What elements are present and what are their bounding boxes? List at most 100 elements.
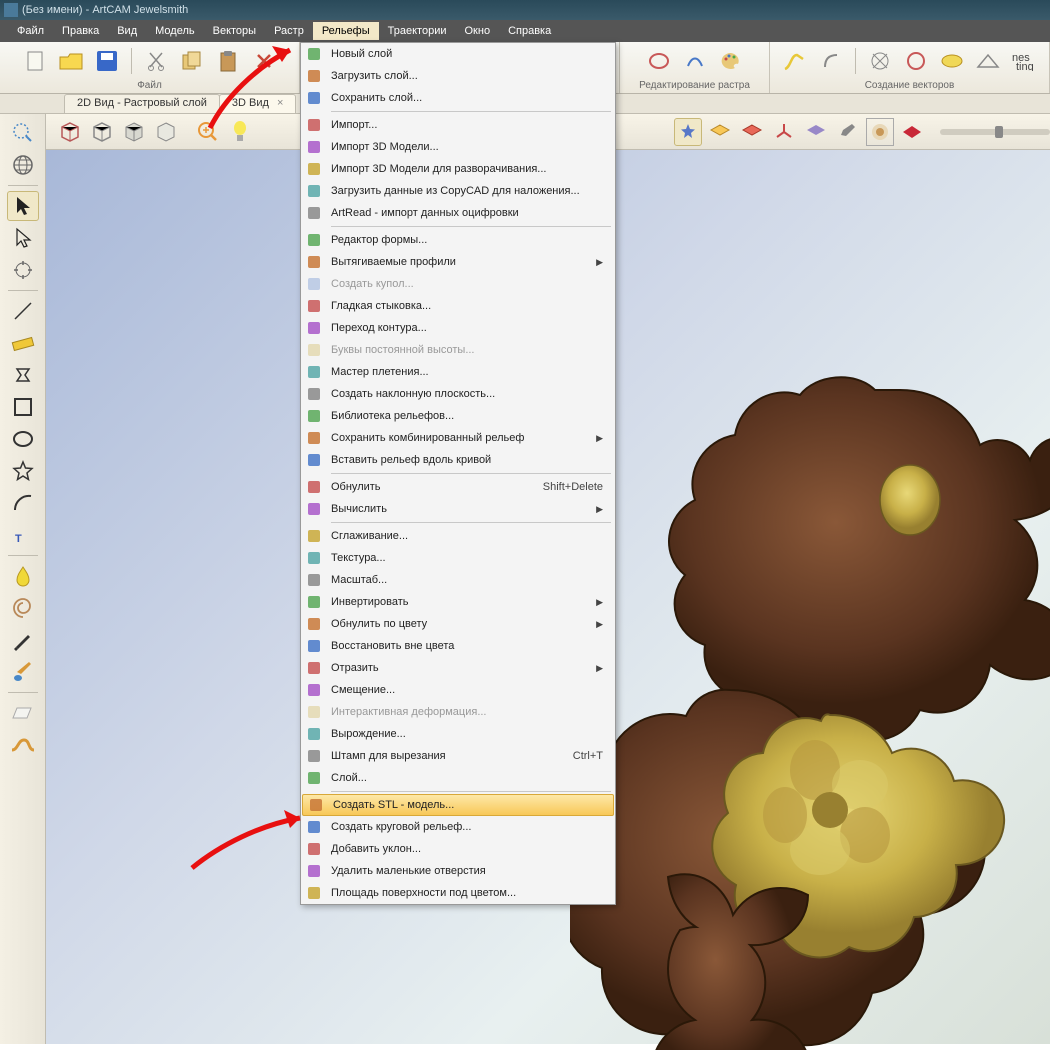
menu-item[interactable]: Создать круговой рельеф... (301, 816, 615, 838)
diamond-view-icon[interactable] (898, 118, 926, 146)
menu-item[interactable]: Слой... (301, 767, 615, 789)
light-icon[interactable] (226, 118, 254, 146)
view-tab[interactable]: 3D Вид× (219, 94, 296, 113)
view-cube-icon[interactable] (88, 118, 116, 146)
text-tool-icon[interactable]: T (7, 520, 39, 550)
menu-растр[interactable]: Растр (265, 22, 313, 40)
drop-tool-icon[interactable] (7, 561, 39, 591)
menu-файл[interactable]: Файл (8, 22, 53, 40)
node-edit-icon[interactable] (7, 223, 39, 253)
vector-tool-icon[interactable] (866, 47, 894, 75)
shell-icon[interactable] (7, 593, 39, 623)
menu-item[interactable]: Площадь поверхности под цветом... (301, 882, 615, 904)
new-file-icon[interactable] (21, 47, 49, 75)
zoom-fit-icon[interactable] (7, 118, 39, 148)
menu-item[interactable]: Сглаживание... (301, 525, 615, 547)
pen-tool-icon[interactable] (7, 625, 39, 655)
menu-item[interactable]: Текстура... (301, 547, 615, 569)
menu-item[interactable]: Загрузить данные из CopyCAD для наложени… (301, 180, 615, 202)
menu-item[interactable]: Новый слой (301, 43, 615, 65)
palette-icon[interactable] (717, 47, 745, 75)
layer-view-icon[interactable] (706, 118, 734, 146)
zoom-in-icon[interactable] (194, 118, 222, 146)
menu-item[interactable]: Сохранить слой... (301, 87, 615, 109)
eraser-icon[interactable] (7, 698, 39, 728)
menu-item[interactable]: Библиотека рельефов... (301, 405, 615, 427)
menu-item[interactable]: Смещение... (301, 679, 615, 701)
menu-item[interactable]: Восстановить вне цвета (301, 635, 615, 657)
axis-icon[interactable] (770, 118, 798, 146)
opacity-slider[interactable] (940, 129, 1050, 135)
menu-item[interactable]: ОбнулитьShift+Delete (301, 476, 615, 498)
menu-вид[interactable]: Вид (108, 22, 146, 40)
brush-tool-icon[interactable] (7, 657, 39, 687)
layer-view-icon[interactable] (738, 118, 766, 146)
menu-item[interactable]: Мастер плетения... (301, 361, 615, 383)
image-view-icon[interactable] (866, 118, 894, 146)
raster-tool-icon[interactable] (645, 47, 673, 75)
menu-item[interactable]: Создать STL - модель... (302, 794, 614, 816)
rectangle-tool-icon[interactable] (7, 392, 39, 422)
menu-item[interactable]: Масштаб... (301, 569, 615, 591)
view-cube-icon[interactable] (56, 118, 84, 146)
menu-item[interactable]: Импорт 3D Модели для разворачивания... (301, 158, 615, 180)
menu-item[interactable]: Создать наклонную плоскость... (301, 383, 615, 405)
ellipse-tool-icon[interactable] (7, 424, 39, 454)
close-tab-icon[interactable]: × (277, 97, 283, 109)
menu-item[interactable]: Отразить▶ (301, 657, 615, 679)
menu-item[interactable]: Вставить рельеф вдоль кривой (301, 449, 615, 471)
copy-icon[interactable] (178, 47, 206, 75)
menu-item[interactable]: Вытягиваемые профили▶ (301, 251, 615, 273)
transform-icon[interactable] (7, 255, 39, 285)
menu-item[interactable]: Добавить уклон... (301, 838, 615, 860)
paste-icon[interactable] (214, 47, 242, 75)
view-cube-icon[interactable] (120, 118, 148, 146)
cut-icon[interactable] (142, 47, 170, 75)
menu-item[interactable]: Вырождение... (301, 723, 615, 745)
menu-траектории[interactable]: Траектории (379, 22, 456, 40)
menu-справка[interactable]: Справка (499, 22, 560, 40)
menu-item[interactable]: Сохранить комбинированный рельеф▶ (301, 427, 615, 449)
menu-item[interactable]: Импорт 3D Модели... (301, 136, 615, 158)
vector-tool-icon[interactable] (902, 47, 930, 75)
menu-item[interactable]: Обнулить по цвету▶ (301, 613, 615, 635)
menu-окно[interactable]: Окно (456, 22, 500, 40)
menu-item[interactable]: Гладкая стыковка... (301, 295, 615, 317)
vector-tool-icon[interactable] (938, 47, 966, 75)
menu-векторы[interactable]: Векторы (204, 22, 265, 40)
view-cube-icon[interactable] (152, 118, 180, 146)
menu-модель[interactable]: Модель (146, 22, 203, 40)
arrow-cursor-icon[interactable] (7, 191, 39, 221)
menu-item[interactable]: ArtRead - импорт данных оцифровки (301, 202, 615, 224)
arc-tool-icon[interactable] (7, 488, 39, 518)
menu-bar[interactable]: ФайлПравкаВидМодельВекторыРастрРельефыТр… (0, 20, 1050, 42)
menu-item[interactable]: Удалить маленькие отверстия (301, 860, 615, 882)
layer-view-icon[interactable] (802, 118, 830, 146)
star-tool-icon[interactable] (7, 456, 39, 486)
menu-item[interactable]: Редактор формы... (301, 229, 615, 251)
menu-item[interactable]: Загрузить слой... (301, 65, 615, 87)
menu-item[interactable]: Импорт... (301, 114, 615, 136)
menu-item[interactable]: Переход контура... (301, 317, 615, 339)
open-file-icon[interactable] (57, 47, 85, 75)
measure-icon[interactable] (7, 328, 39, 358)
vector-tool-icon[interactable] (974, 47, 1002, 75)
menu-item[interactable]: Вычислить▶ (301, 498, 615, 520)
smooth-icon[interactable] (7, 730, 39, 760)
polygon-tool-icon[interactable] (7, 360, 39, 390)
star-view-icon[interactable] (674, 118, 702, 146)
nesting-icon[interactable]: nesting (1010, 47, 1038, 75)
menu-правка[interactable]: Правка (53, 22, 108, 40)
vector-tool-icon[interactable] (817, 47, 845, 75)
line-tool-icon[interactable] (7, 296, 39, 326)
globe-icon[interactable] (7, 150, 39, 180)
menu-item[interactable]: Инвертировать▶ (301, 591, 615, 613)
brush-view-icon[interactable] (834, 118, 862, 146)
delete-icon[interactable] (250, 47, 278, 75)
view-tab[interactable]: 2D Вид - Растровый слой (64, 94, 220, 113)
menu-item[interactable]: Штамп для вырезанияCtrl+T (301, 745, 615, 767)
raster-tool-icon[interactable] (681, 47, 709, 75)
menu-рельефы[interactable]: Рельефы (313, 22, 379, 40)
save-icon[interactable] (93, 47, 121, 75)
vector-tool-icon[interactable] (781, 47, 809, 75)
